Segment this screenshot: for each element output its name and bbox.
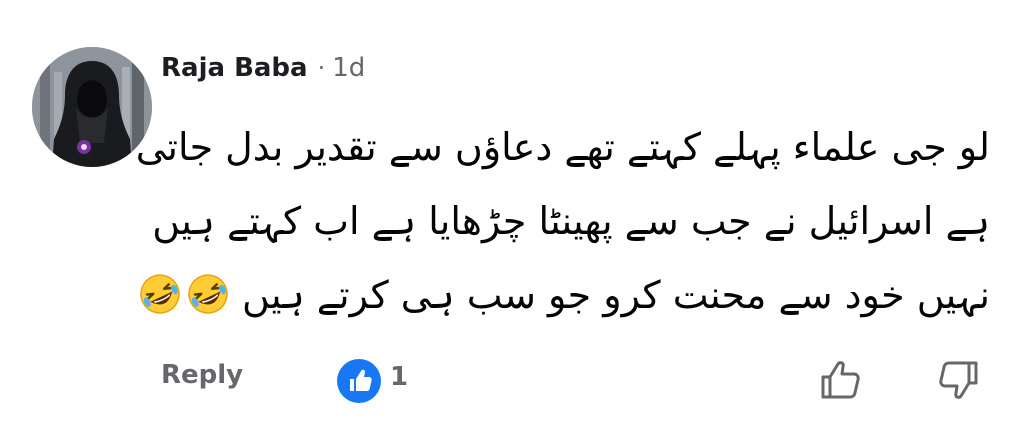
separator-dot: · [317, 54, 326, 82]
timestamp[interactable]: 1d [332, 53, 365, 83]
author-name[interactable]: Raja Baba [161, 53, 308, 83]
comment-body: لو جی علماء پہلے کہتے تھے دعاؤں سے تقدیر… [135, 110, 990, 332]
comment-header: Raja Baba · 1d [161, 50, 365, 86]
like-count: 1 [390, 362, 409, 392]
hooded-figure-image [32, 47, 152, 167]
like-reaction-badge[interactable] [337, 359, 381, 403]
avatar[interactable] [32, 47, 152, 167]
thumbs-up-icon [350, 369, 372, 391]
downvote-button[interactable] [934, 356, 982, 404]
comment-text-line-2: ہے اسرائیل نے جب سے پھینٹا چڑھایا ہے اب … [152, 199, 990, 243]
thumbs-down-outline-icon [939, 361, 978, 399]
rolling-laughing-emoji-icon [186, 272, 230, 316]
comment-text-line-1: لو جی علماء پہلے کہتے تھے دعاؤں سے تقدیر… [135, 125, 990, 169]
comment-text-line-3: نہیں خود سے محنت کرو جو سب ہی کرتے ہیں [242, 273, 990, 317]
comment: Raja Baba · 1d لو جی علماء پہلے کہتے تھے… [0, 0, 1024, 447]
thumbs-up-outline-icon [821, 361, 860, 399]
comment-text-line-3-wrapper: نہیں خود سے محنت کرو جو سب ہی کرتے ہیں [140, 258, 990, 332]
rolling-laughing-emoji-icon [138, 272, 182, 316]
upvote-button[interactable] [817, 356, 865, 404]
comment-actions: Reply 1 [0, 356, 1024, 406]
reply-button[interactable]: Reply [161, 360, 243, 390]
